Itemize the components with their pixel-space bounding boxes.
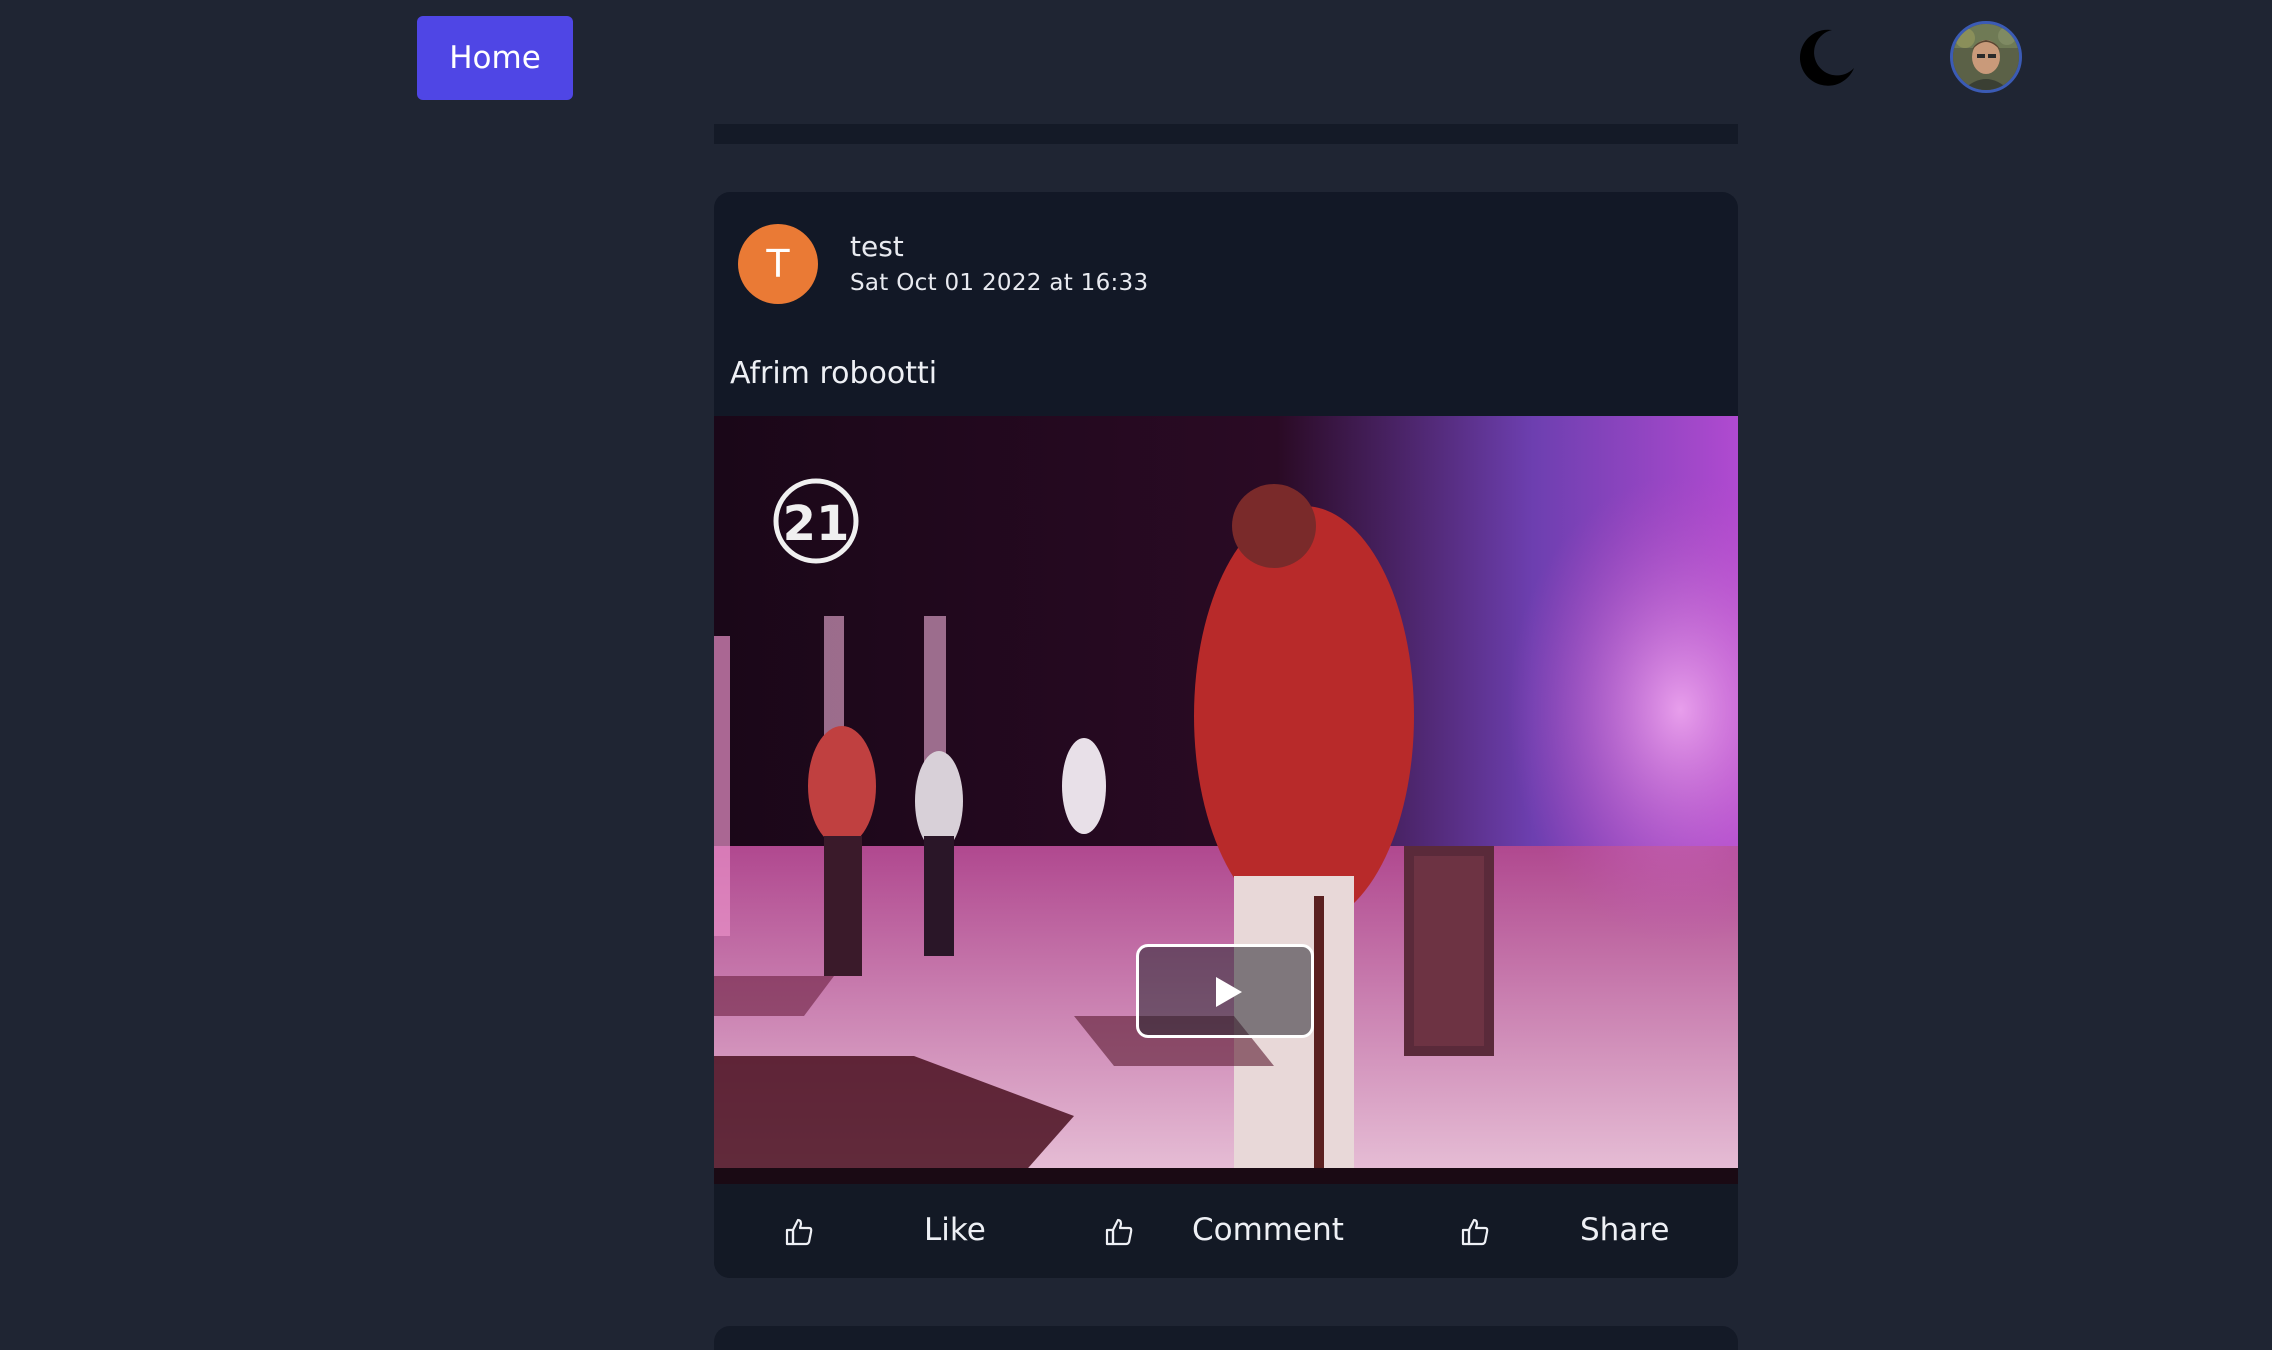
page: Home T test Sat Oct 01 2022 at 16:33 Afr…: [0, 0, 2272, 1350]
thumbs-up-icon: [1105, 1218, 1133, 1246]
comment-label: Comment: [1192, 1212, 1344, 1248]
video-player[interactable]: 21: [714, 416, 1738, 1184]
thumbs-up-icon: [1461, 1218, 1489, 1246]
home-button[interactable]: Home: [417, 16, 573, 100]
post-text: Afrim robootti: [730, 356, 938, 391]
post-actions: Like Comment Share: [714, 1184, 1738, 1278]
post-date: Sat Oct 01 2022 at 16:33: [850, 270, 1149, 296]
video-thumbnail: 21: [714, 416, 1738, 1184]
comment-button[interactable]: Comment: [1104, 1184, 1404, 1278]
author-avatar[interactable]: T: [738, 224, 818, 304]
like-label: Like: [924, 1212, 986, 1248]
play-button[interactable]: [1136, 944, 1314, 1038]
moon-icon[interactable]: [1792, 26, 1858, 90]
previous-post-card: [714, 124, 1738, 144]
thumbs-up-icon: [785, 1218, 813, 1246]
like-button[interactable]: Like: [784, 1184, 1024, 1278]
author-name[interactable]: test: [850, 230, 904, 263]
profile-avatar[interactable]: [1950, 21, 2022, 93]
share-button[interactable]: Share: [1460, 1184, 1720, 1278]
play-icon: [1216, 977, 1242, 1007]
post-card: T test Sat Oct 01 2022 at 16:33 Afrim ro…: [714, 192, 1738, 1278]
channel-logo-text: 21: [783, 496, 850, 552]
next-post-card: [714, 1326, 1738, 1350]
share-label: Share: [1580, 1212, 1670, 1248]
